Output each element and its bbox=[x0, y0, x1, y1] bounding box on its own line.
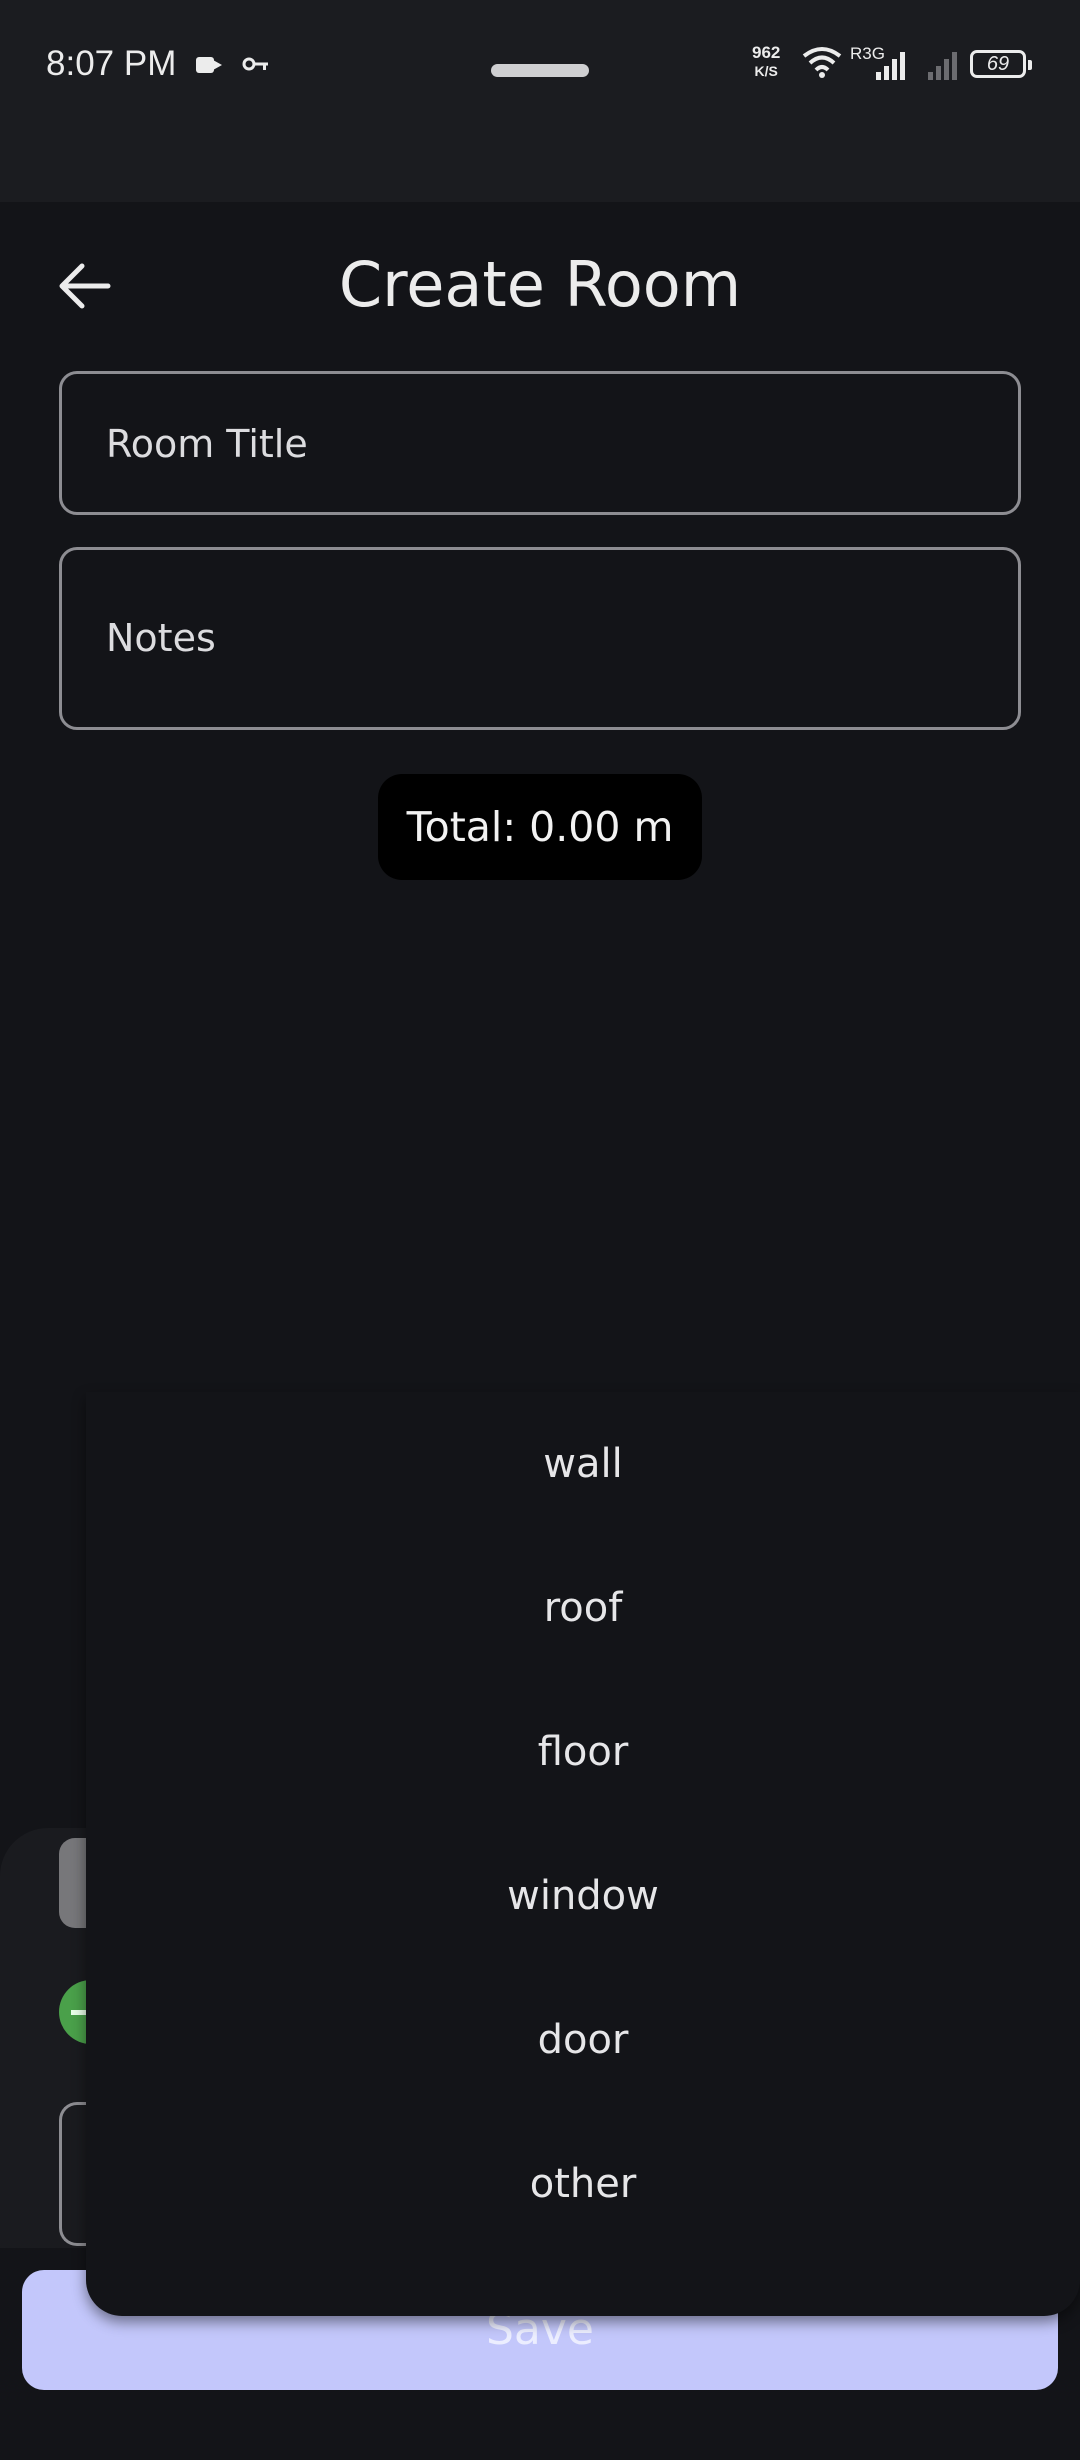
room-title-field[interactable]: Room Title bbox=[59, 371, 1021, 515]
wifi-icon bbox=[802, 47, 842, 78]
battery-level: 69 bbox=[986, 53, 1010, 75]
video-camera-icon bbox=[196, 57, 222, 73]
total-length-badge: Total: 0.00 m bbox=[378, 774, 702, 880]
dropdown-option-roof[interactable]: roof bbox=[86, 1536, 1080, 1680]
notes-placeholder: Notes bbox=[106, 616, 216, 660]
dropdown-option-door[interactable]: door bbox=[86, 1968, 1080, 2112]
notes-field[interactable]: Notes bbox=[59, 547, 1021, 730]
signal-icon bbox=[928, 52, 957, 80]
dropdown-option-window[interactable]: window bbox=[86, 1824, 1080, 1968]
page-title: Create Room bbox=[338, 248, 742, 321]
segment-type-dropdown-menu: wall roof floor window door other bbox=[86, 1392, 1080, 2316]
dropdown-option-wall[interactable]: wall bbox=[86, 1392, 1080, 1536]
dropdown-option-floor[interactable]: floor bbox=[86, 1680, 1080, 1824]
dropdown-option-other[interactable]: other bbox=[86, 2112, 1080, 2256]
status-time: 8:07 PM bbox=[46, 44, 177, 83]
status-bar: 8:07 PM 962 K/S R3G 69 bbox=[0, 0, 1080, 202]
network-speed-unit: K/S bbox=[754, 63, 778, 79]
notch-pill bbox=[491, 64, 589, 77]
room-title-placeholder: Room Title bbox=[106, 422, 308, 466]
signal-icon bbox=[876, 52, 905, 80]
vpn-key-icon bbox=[242, 57, 268, 71]
battery-icon: 69 bbox=[970, 50, 1032, 78]
network-speed-value: 962 bbox=[752, 43, 781, 62]
network-speed: 962 K/S bbox=[752, 44, 780, 80]
